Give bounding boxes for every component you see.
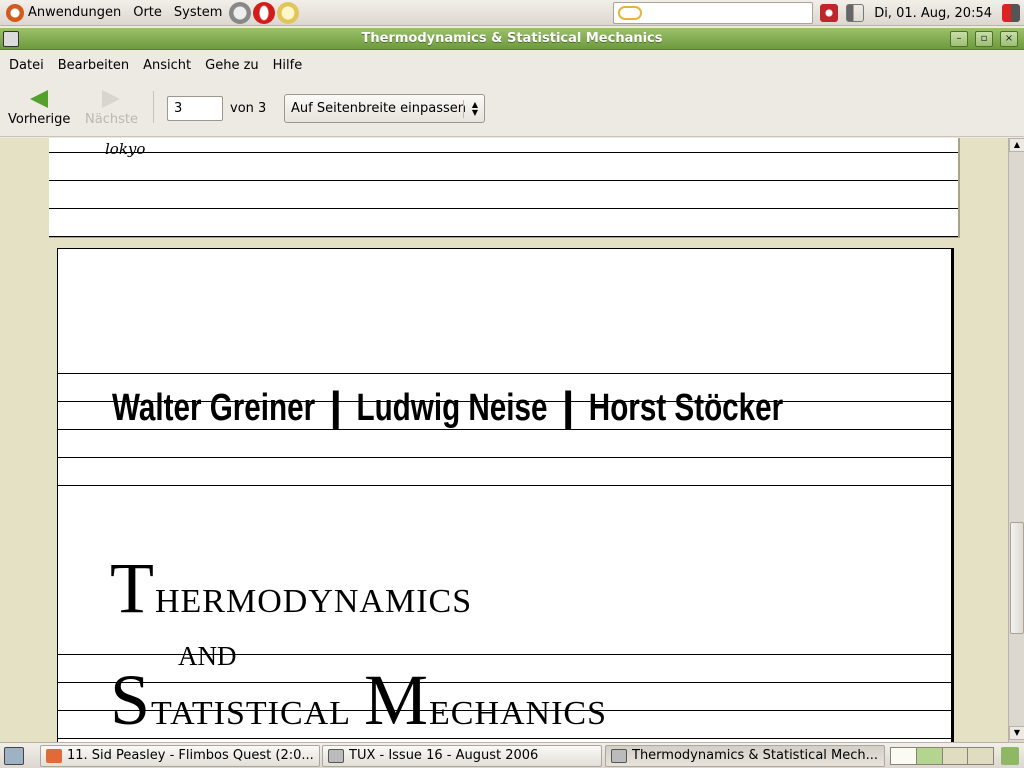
menu-view[interactable]: Ansicht xyxy=(136,58,198,73)
scroll-down-icon[interactable]: ▼ xyxy=(1009,726,1024,740)
next-page-label: Nächste xyxy=(85,112,138,127)
taskbar-item-music[interactable]: 11. Sid Peasley - Flimbos Quest (2:0... xyxy=(40,745,320,767)
close-icon[interactable]: × xyxy=(1000,31,1018,47)
places-menu[interactable]: Orte xyxy=(127,0,168,26)
book-title-line-1: Thermodynamics xyxy=(110,547,472,630)
window-titlebar[interactable]: Thermodynamics & Statistical Mechanics –… xyxy=(0,28,1024,50)
system-menu[interactable]: System xyxy=(168,0,228,26)
previous-page-button[interactable]: Vorherige xyxy=(8,87,70,131)
clock-launcher-icon[interactable] xyxy=(229,1,252,24)
scan-line xyxy=(58,457,951,458)
workspace-3[interactable] xyxy=(942,748,969,764)
menu-file[interactable]: Datei xyxy=(2,58,51,73)
opera-launcher-icon[interactable] xyxy=(253,1,276,24)
top-panel: Anwendungen Orte System Di, 01. Aug, 20:… xyxy=(0,0,1024,26)
notification-icon[interactable] xyxy=(820,4,839,22)
workspace-switcher[interactable] xyxy=(890,747,994,765)
workspace-1[interactable] xyxy=(891,748,917,764)
workspace-2[interactable] xyxy=(916,748,943,764)
volume-icon[interactable] xyxy=(846,4,865,22)
scan-line xyxy=(58,485,951,486)
taskbar-item-label: Thermodynamics & Statistical Mech... xyxy=(632,748,879,763)
menu-edit[interactable]: Bearbeiten xyxy=(51,58,136,73)
taskbar-item-tux[interactable]: TUX - Issue 16 - August 2006 xyxy=(322,745,602,767)
arrow-right-icon xyxy=(102,90,121,108)
page-text-fragment: lokyo xyxy=(105,140,146,158)
taskbar-item-label: 11. Sid Peasley - Flimbos Quest (2:0... xyxy=(67,748,314,763)
ubuntu-logo-icon xyxy=(6,3,24,22)
book-authors: Walter Greiner ❙ Ludwig Neise ❙ Horst St… xyxy=(112,387,784,429)
scan-line xyxy=(49,152,958,153)
document-page-previous: lokyo xyxy=(49,138,960,238)
book-title-line-3: Statistical Mechanics xyxy=(110,659,607,742)
menubar: Datei Bearbeiten Ansicht Gehe zu Hilfe xyxy=(0,51,1024,79)
title-initial-m: M xyxy=(363,660,429,740)
key-icon xyxy=(618,6,642,20)
title-word-mechanics: echanics xyxy=(429,682,608,735)
scroll-up-icon[interactable]: ▲ xyxy=(1009,138,1024,152)
scrollbar-thumb[interactable] xyxy=(1010,522,1024,634)
bottom-panel: 11. Sid Peasley - Flimbos Quest (2:0... … xyxy=(0,742,1024,768)
minimize-icon[interactable]: – xyxy=(950,31,968,47)
taskbar-item-thermodynamics[interactable]: Thermodynamics & Statistical Mech... xyxy=(605,745,885,767)
taskbar-item-label: TUX - Issue 16 - August 2006 xyxy=(349,748,539,763)
document-page-current: Walter Greiner ❙ Ludwig Neise ❙ Horst St… xyxy=(57,248,954,742)
vertical-scrollbar[interactable]: ▲ ▼ xyxy=(1008,138,1024,742)
toolbar: Vorherige Nächste xyxy=(0,79,1024,137)
title-initial-t: T xyxy=(110,548,155,628)
document-viewer-icon xyxy=(611,749,627,763)
menu-go[interactable]: Gehe zu xyxy=(198,58,266,73)
next-page-button[interactable]: Nächste xyxy=(85,87,138,131)
system-tray: Di, 01. Aug, 20:54 xyxy=(816,0,1024,26)
window-menu-icon[interactable] xyxy=(3,31,19,47)
logout-icon[interactable] xyxy=(1002,4,1020,22)
notes-launcher-icon[interactable] xyxy=(277,1,300,24)
title-initial-s: S xyxy=(110,660,152,740)
window-title: Thermodynamics & Statistical Mechanics xyxy=(361,31,663,46)
document-viewer-icon xyxy=(328,749,344,763)
select-divider xyxy=(463,100,464,118)
scan-line xyxy=(49,180,958,181)
previous-page-label: Vorherige xyxy=(8,112,71,127)
title-word-thermodynamics: hermodynamics xyxy=(154,570,473,623)
audio-player-icon xyxy=(46,749,62,763)
applications-menu[interactable]: Anwendungen xyxy=(0,0,127,26)
scan-line xyxy=(58,373,951,374)
title-word-statistical: tatistical xyxy=(151,682,364,735)
page-count-label: von 3 xyxy=(230,101,267,116)
clock[interactable]: Di, 01. Aug, 20:54 xyxy=(868,6,998,21)
toolbar-separator xyxy=(153,91,154,123)
zoom-select-value: Auf Seitenbreite einpassen xyxy=(291,101,467,116)
scan-line xyxy=(49,208,958,209)
applications-menu-label: Anwendungen xyxy=(28,5,122,20)
trash-icon[interactable] xyxy=(1001,747,1019,765)
maximize-icon[interactable]: ▫ xyxy=(975,31,993,47)
scan-line xyxy=(49,236,958,237)
document-viewport[interactable]: lokyo Walter Greiner ❙ Ludwig Neise ❙ Ho… xyxy=(0,138,1008,742)
updown-arrows-icon: ▲ ▼ xyxy=(471,100,478,117)
arrow-left-icon xyxy=(30,90,49,108)
show-desktop-icon[interactable] xyxy=(4,747,24,765)
search-input[interactable] xyxy=(613,2,813,24)
zoom-select[interactable]: Auf Seitenbreite einpassen ▲ ▼ xyxy=(284,94,485,123)
menu-help[interactable]: Hilfe xyxy=(266,58,310,73)
workspace-4[interactable] xyxy=(968,748,993,764)
page-number-input[interactable] xyxy=(167,96,223,121)
